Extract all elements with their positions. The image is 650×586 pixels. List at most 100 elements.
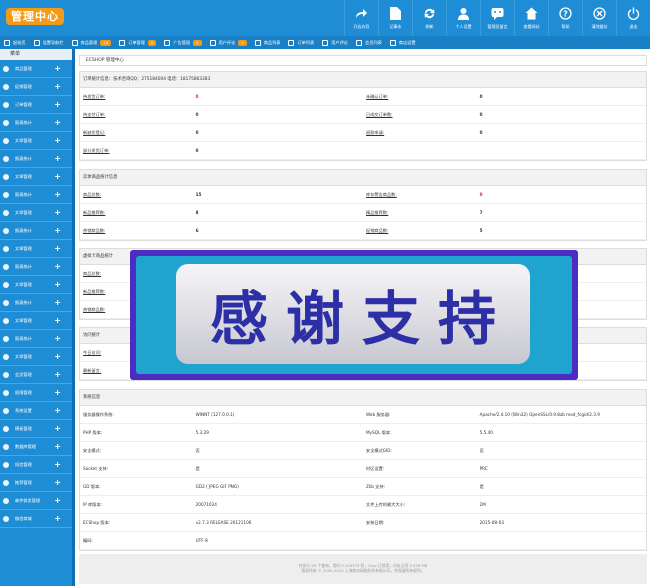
nav-item-0[interactable]: 起始页: [0, 36, 30, 49]
stat-label[interactable]: 待发货订单:: [80, 94, 193, 100]
expand-icon[interactable]: +: [54, 280, 61, 289]
expand-icon[interactable]: +: [54, 64, 61, 73]
nav-item-9[interactable]: 会员列表: [352, 36, 386, 49]
notepad-button[interactable]: 记事本: [378, 0, 412, 36]
stat-value: 0: [479, 130, 483, 135]
nav-item-10[interactable]: 商店设置: [386, 36, 420, 49]
profile-button[interactable]: 个人设置: [446, 0, 480, 36]
stat-label[interactable]: 精品推荐数:: [363, 210, 477, 216]
sidebar-item[interactable]: 权限管理 +: [0, 384, 72, 402]
expand-icon[interactable]: +: [54, 316, 61, 325]
menu-icon: [3, 497, 9, 504]
expand-icon[interactable]: +: [54, 514, 61, 523]
stat-label[interactable]: 新品推荐数:: [80, 210, 193, 216]
expand-icon[interactable]: +: [54, 334, 61, 343]
stat-label[interactable]: 新缺货登记:: [80, 130, 193, 136]
sidebar-item[interactable]: 推荐管理 +: [0, 474, 72, 492]
expand-icon[interactable]: +: [54, 496, 61, 505]
stat-label[interactable]: 未确认订单:: [363, 94, 477, 100]
stat-label[interactable]: 部分发货订单:: [80, 148, 193, 154]
nav-icon: [4, 39, 10, 46]
expand-icon[interactable]: +: [54, 226, 61, 235]
view-site-button[interactable]: 查看网站: [514, 0, 548, 36]
sidebar-item[interactable]: 促销管理 +: [0, 78, 72, 96]
expand-icon[interactable]: +: [54, 478, 61, 487]
help-button[interactable]: ? 帮助: [548, 0, 582, 36]
nav-item-3[interactable]: 订单管理 0: [115, 36, 160, 49]
wizard-button[interactable]: 开店向导: [344, 0, 378, 36]
sidebar-item[interactable]: 报表统计 +: [0, 186, 72, 204]
stat-label[interactable]: 商品总数:: [80, 192, 193, 198]
expand-icon[interactable]: +: [54, 118, 61, 127]
sidebar-item[interactable]: 报表统计 +: [0, 330, 72, 348]
nav-item-2[interactable]: 商品管理 16: [68, 36, 116, 49]
sidebar-item[interactable]: 报表统计 +: [0, 150, 72, 168]
expand-icon[interactable]: +: [54, 190, 61, 199]
nav-item-5[interactable]: 用户评论 0: [206, 36, 251, 49]
stat-label[interactable]: 已成交订单数:: [363, 112, 477, 118]
expand-icon[interactable]: +: [54, 244, 61, 253]
logout-button[interactable]: 退出: [616, 0, 650, 36]
nav-item-8[interactable]: 用户评论: [318, 36, 352, 49]
expand-icon[interactable]: +: [54, 172, 61, 181]
stat-label[interactable]: 热销商品数:: [80, 228, 193, 234]
menu-icon: [3, 209, 9, 216]
app-logo[interactable]: 管理中心: [6, 8, 64, 25]
nav-item-4[interactable]: 广告管理 0: [160, 36, 205, 49]
sidebar-item[interactable]: 报表统计 +: [0, 222, 72, 240]
clear-cache-button[interactable]: 清除缓存: [582, 0, 616, 36]
sidebar-item[interactable]: 文章管理 +: [0, 132, 72, 150]
nav-item-6[interactable]: 商品列表: [251, 36, 285, 49]
sidebar-item[interactable]: 文章管理 +: [0, 168, 72, 186]
sidebar-item[interactable]: 报表统计 +: [0, 294, 72, 312]
expand-icon[interactable]: +: [54, 406, 61, 415]
stat-label[interactable]: 退款申请:: [363, 130, 477, 136]
sidebar-item[interactable]: 系统设置 +: [0, 402, 72, 420]
expand-icon[interactable]: +: [54, 208, 61, 217]
sidebar-item[interactable]: 文章管理 +: [0, 312, 72, 330]
expand-icon[interactable]: +: [54, 352, 61, 361]
sidebar-item[interactable]: 文章管理 +: [0, 276, 72, 294]
sidebar-item-label: 商品管理: [15, 65, 32, 71]
sidebar-item[interactable]: 微信商城 +: [0, 510, 72, 528]
nav-label: 商品列表: [263, 39, 281, 45]
expand-icon[interactable]: +: [54, 154, 61, 163]
sidebar-item[interactable]: 邮件群发管理 +: [0, 492, 72, 510]
sidebar-item[interactable]: 文章管理 +: [0, 240, 72, 258]
stat-label[interactable]: 库存警告商品数:: [363, 192, 477, 198]
nav-item-7[interactable]: 订单列表: [284, 36, 318, 49]
nav-item-1[interactable]: 设置导航栏: [30, 36, 68, 49]
expand-icon[interactable]: +: [54, 136, 61, 145]
sidebar-item[interactable]: 短信管理 +: [0, 456, 72, 474]
expand-icon[interactable]: +: [54, 424, 61, 433]
expand-icon[interactable]: +: [54, 100, 61, 109]
stat-label: MySQL 版本:: [366, 429, 392, 435]
sidebar-item[interactable]: 模板管理 +: [0, 420, 72, 438]
nav-label: 设置导航栏: [42, 39, 64, 45]
expand-icon[interactable]: +: [54, 388, 61, 397]
sidebar-item[interactable]: 订单管理 +: [0, 96, 72, 114]
menu-icon: [3, 227, 9, 234]
expand-icon[interactable]: +: [54, 442, 61, 451]
sidebar-item[interactable]: 报表统计 +: [0, 114, 72, 132]
refresh-button[interactable]: 刷新: [412, 0, 446, 36]
stat-label[interactable]: 促销商品数:: [363, 228, 477, 234]
sidebar-item[interactable]: 文章管理 +: [0, 348, 72, 366]
sidebar-item-label: 报表统计: [15, 299, 32, 305]
sidebar-item[interactable]: 文章管理 +: [0, 204, 72, 222]
expand-icon[interactable]: +: [54, 460, 61, 469]
table-row: 待支付订单: 0 已成交订单数: 0: [80, 106, 646, 124]
sidebar-item[interactable]: 商品管理 +: [0, 60, 72, 78]
sidebar-item[interactable]: 报表统计 +: [0, 258, 72, 276]
expand-icon[interactable]: +: [54, 298, 61, 307]
sidebar-item-label: 微信商城: [15, 515, 32, 521]
sidebar-item[interactable]: 数据库管理 +: [0, 438, 72, 456]
expand-icon[interactable]: +: [54, 82, 61, 91]
order-stats-panel: 订单统计信息：技术咨询QQ：275184004 电话：18175863383 待发…: [79, 71, 647, 161]
sidebar-item[interactable]: 会员管理 +: [0, 366, 72, 384]
admin-message-button[interactable]: 管理员留言: [480, 0, 514, 36]
sidebar-item-label: 文章管理: [15, 173, 32, 179]
expand-icon[interactable]: +: [54, 370, 61, 379]
expand-icon[interactable]: +: [54, 262, 61, 271]
stat-label[interactable]: 待支付订单:: [80, 112, 193, 118]
